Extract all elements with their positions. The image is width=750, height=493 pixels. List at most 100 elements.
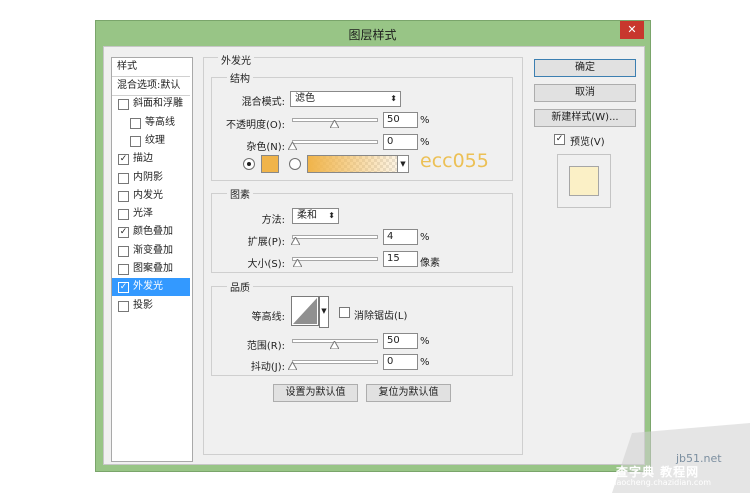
gradient-radio[interactable] (289, 158, 301, 170)
updown-icon: ⬍ (390, 94, 397, 103)
style-list-item-label: 混合选项:默认 (117, 80, 181, 91)
style-checkbox[interactable] (118, 264, 129, 275)
style-list-item[interactable]: 斜面和浮雕 (112, 95, 190, 113)
opacity-input[interactable]: 50 (383, 112, 418, 128)
jitter-label: 抖动(J): (250, 362, 285, 373)
style-list-item[interactable]: ✓ 颜色叠加 (112, 223, 190, 241)
noise-slider-thumb[interactable] (288, 142, 297, 150)
style-checkbox[interactable] (118, 190, 129, 202)
dialog-title: 图层样式 (348, 28, 397, 42)
style-list-item[interactable]: 内发光 (112, 187, 190, 205)
spread-slider-track[interactable] (292, 235, 378, 239)
style-checkbox[interactable] (118, 209, 129, 221)
antialias-checkbox[interactable] (339, 307, 350, 318)
preview-checkbox[interactable]: ✓ (554, 134, 565, 145)
checkmark-icon: ✓ (555, 134, 564, 144)
style-list-item-label: 投影 (133, 299, 153, 311)
checkmark-icon: ✓ (119, 227, 128, 238)
style-list-item[interactable]: 混合选项:默认 (112, 77, 190, 96)
style-list-item[interactable]: 投影 (112, 297, 190, 315)
style-list-item-label: 渐变叠加 (133, 244, 173, 256)
panel-title: 外发光 (218, 52, 254, 67)
new-style-button[interactable]: 新建样式(W)... (534, 109, 636, 127)
style-list: 样式 混合选项:默认斜面和浮雕等高线纹理 ✓ 描边内阴影内发光光泽 ✓ 颜色叠加渐变叠加… (111, 57, 193, 462)
style-list-item[interactable]: 渐变叠加 (112, 242, 190, 260)
style-checkbox[interactable] (118, 245, 129, 257)
range-label: 范围(R): (246, 341, 285, 352)
style-list-item-label: 等高线 (145, 116, 175, 128)
spread-input[interactable]: 4 (383, 229, 418, 245)
style-list-item[interactable]: ✓ 外发光 (112, 278, 190, 297)
range-unit: % (420, 336, 430, 347)
style-list-item-label: 内阴影 (133, 171, 163, 183)
solid-color-radio[interactable] (243, 158, 255, 170)
jitter-slider-thumb[interactable] (288, 362, 297, 370)
style-list-item[interactable]: 等高线 (112, 114, 190, 132)
style-list-item-label: 颜色叠加 (133, 226, 173, 238)
quality-title: 品质 (227, 279, 253, 294)
style-checkbox[interactable] (118, 172, 129, 184)
style-checkbox[interactable]: ✓ (118, 227, 129, 239)
style-list-item-label: 图案叠加 (133, 263, 173, 274)
updown-icon: ⬍ (328, 211, 335, 220)
glow-gradient-swatch[interactable] (307, 155, 399, 173)
style-checkbox[interactable] (118, 300, 129, 312)
jitter-slider-track[interactable] (292, 360, 378, 364)
size-unit: 像素 (420, 258, 440, 269)
style-list-item-label: 斜面和浮雕 (133, 98, 183, 110)
preview-box (557, 154, 611, 208)
title-bar[interactable]: 图层样式 (96, 21, 649, 45)
style-list-item-label: 外发光 (133, 281, 163, 293)
style-checkbox[interactable] (130, 117, 141, 129)
style-list-item[interactable]: 纹理 (112, 132, 190, 150)
noise-unit: % (420, 137, 430, 148)
cancel-button[interactable]: 取消 (534, 84, 636, 102)
radio-dot-icon (247, 162, 251, 166)
opacity-slider-thumb[interactable] (330, 120, 339, 128)
close-icon: ✕ (627, 23, 637, 36)
ok-button[interactable]: 确定 (534, 59, 636, 77)
style-list-item[interactable]: 内阴影 (112, 169, 190, 187)
contour-label: 等高线: (251, 312, 285, 323)
style-list-item-label: 光泽 (133, 208, 153, 220)
contour-picker[interactable] (291, 296, 319, 326)
checkmark-icon: ✓ (119, 154, 128, 165)
structure-title: 结构 (227, 70, 253, 85)
style-list-item-label: 纹理 (145, 134, 165, 146)
range-slider-thumb[interactable] (330, 341, 339, 349)
style-checkbox[interactable]: ✓ (118, 154, 129, 166)
style-list-item-label: 描边 (133, 153, 153, 165)
reset-default-button[interactable]: 复位为默认值 (366, 384, 451, 402)
close-button[interactable]: ✕ (620, 21, 644, 39)
elements-title: 图素 (227, 186, 253, 201)
noise-slider-track[interactable] (292, 140, 378, 144)
opacity-unit: % (420, 115, 430, 126)
preview-label: 预览(V) (570, 137, 605, 148)
jitter-unit: % (420, 357, 430, 368)
spread-slider-thumb[interactable] (291, 237, 301, 245)
style-checkbox[interactable] (130, 135, 141, 147)
style-checkbox[interactable]: ✓ (118, 282, 129, 294)
style-list-item[interactable]: 图案叠加 (112, 260, 190, 278)
style-list-item[interactable]: 光泽 (112, 205, 190, 223)
size-slider-track[interactable] (292, 257, 378, 261)
size-slider-thumb[interactable] (293, 259, 303, 267)
blend-mode-select[interactable]: 滤色 ⬍ (290, 91, 401, 107)
jitter-input[interactable]: 0 (383, 354, 418, 370)
style-list-item-label: 内发光 (133, 189, 163, 201)
make-default-button[interactable]: 设置为默认值 (273, 384, 358, 402)
glow-color-swatch[interactable] (261, 155, 279, 173)
blend-mode-value: 滤色 (295, 93, 315, 104)
style-list-header[interactable]: 样式 (112, 58, 190, 77)
style-checkbox[interactable] (118, 99, 129, 111)
antialias-label: 消除锯齿(L) (354, 311, 408, 322)
noise-input[interactable]: 0 (383, 134, 418, 150)
noise-label: 杂色(N): (246, 142, 285, 153)
blend-mode-label: 混合模式: (241, 97, 285, 108)
gradient-dropdown-arrow-icon[interactable]: ▼ (397, 155, 409, 173)
size-input[interactable]: 15 (383, 251, 418, 267)
contour-dropdown-arrow-icon[interactable]: ▼ (319, 296, 329, 328)
style-list-item[interactable]: ✓ 描边 (112, 150, 190, 168)
range-input[interactable]: 50 (383, 333, 418, 349)
method-select[interactable]: 柔和 ⬍ (292, 208, 339, 224)
